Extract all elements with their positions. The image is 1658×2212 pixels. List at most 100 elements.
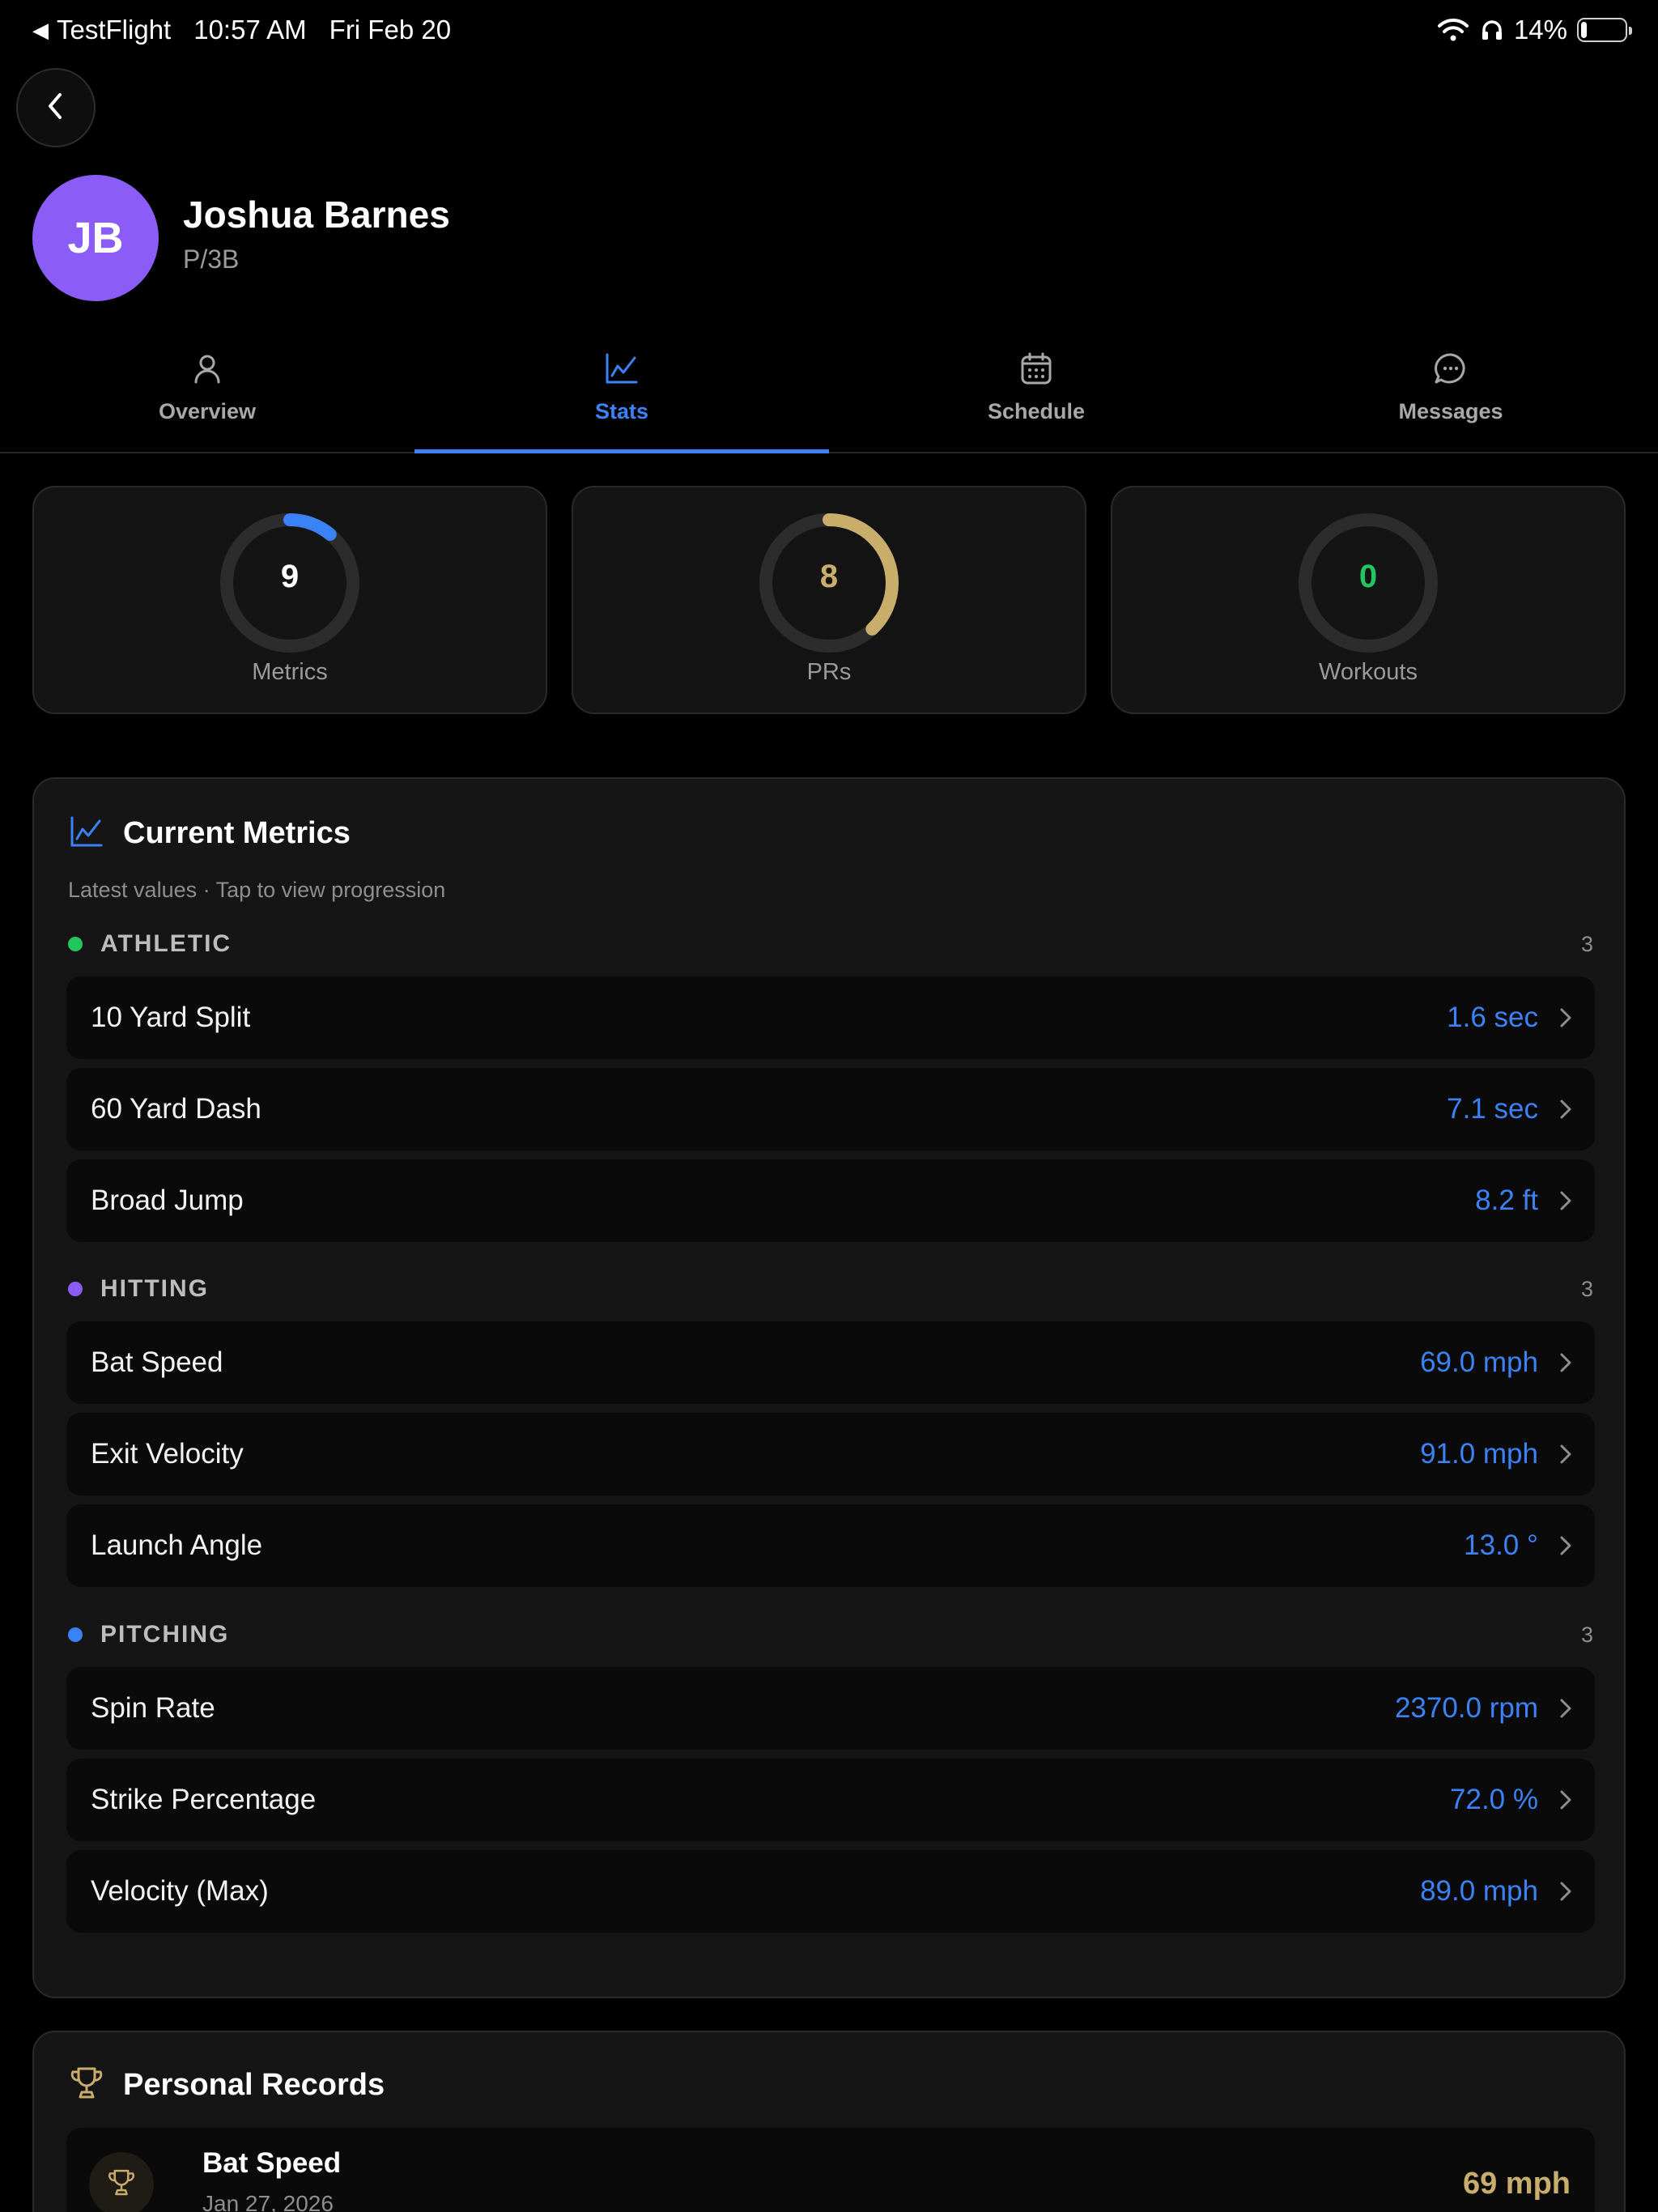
section-dot — [68, 937, 83, 951]
metric-row[interactable]: Exit Velocity 91.0 mph — [66, 1413, 1595, 1495]
metric-name: Exit Velocity — [91, 1438, 244, 1470]
chevron-right-icon — [1560, 1191, 1571, 1210]
metric-value: 1.6 sec — [1447, 1002, 1538, 1033]
summary-cards: 9 Metrics 8 PRs 0 Workouts — [32, 486, 1626, 714]
current-metrics-card: Current Metrics Latest values · Tap to v… — [32, 777, 1626, 1998]
metric-value: 2370.0 rpm — [1394, 1692, 1538, 1724]
chevron-right-icon — [1560, 1353, 1571, 1372]
card-subtitle: Latest values · Tap to view progression — [68, 878, 446, 902]
player-stats-screen: ◀ TestFlight 10:57 AM Fri Feb 20 14% JB … — [0, 0, 1658, 2212]
metric-value: 69.0 mph — [1420, 1346, 1538, 1378]
metric-name: Broad Jump — [91, 1185, 244, 1216]
calendar-icon — [1019, 351, 1053, 389]
status-time: 10:57 AM — [193, 15, 307, 45]
metric-row[interactable]: Broad Jump 8.2 ft — [66, 1159, 1595, 1242]
section-count: 3 — [1580, 931, 1593, 956]
card-title: Current Metrics — [123, 816, 351, 850]
summary-card-prs[interactable]: 8 PRs — [572, 486, 1086, 714]
headphones-icon — [1480, 18, 1504, 42]
metric-row[interactable]: 10 Yard Split 1.6 sec — [66, 976, 1595, 1059]
trophy-icon — [68, 2065, 105, 2106]
metric-name: 60 Yard Dash — [91, 1093, 261, 1125]
section-name: ATHLETIC — [100, 930, 232, 957]
record-date: Jan 27, 2026 — [202, 2191, 334, 2212]
tab-label: Schedule — [987, 399, 1086, 423]
chevron-right-icon — [1560, 1882, 1571, 1901]
metric-row[interactable]: Bat Speed 69.0 mph — [66, 1321, 1595, 1404]
status-bar: ◀ TestFlight 10:57 AM Fri Feb 20 14% — [0, 0, 1658, 65]
record-icon-badge — [89, 2152, 154, 2212]
tab-messages[interactable]: Messages — [1244, 340, 1658, 452]
back-app-label[interactable]: TestFlight — [57, 15, 171, 45]
trophy-icon — [106, 2167, 137, 2202]
card-header: Current Metrics — [68, 815, 351, 853]
player-name: Joshua Barnes — [183, 194, 450, 236]
metric-name: Strike Percentage — [91, 1784, 317, 1815]
metric-name: Launch Angle — [91, 1529, 263, 1561]
metric-name: Spin Rate — [91, 1692, 215, 1724]
metric-row[interactable]: Strike Percentage 72.0 % — [66, 1759, 1595, 1841]
back-to-app-icon[interactable]: ◀ — [32, 18, 49, 43]
metric-value: 13.0 ° — [1464, 1529, 1538, 1561]
record-row[interactable]: Bat Speed Jan 27, 2026 69 mph — [66, 2128, 1595, 2212]
metric-value: 72.0 % — [1450, 1784, 1538, 1815]
player-position: P/3B — [183, 245, 240, 274]
tab-overview[interactable]: Overview — [0, 340, 414, 452]
chevron-right-icon — [1560, 1100, 1571, 1119]
metric-row[interactable]: 60 Yard Dash 7.1 sec — [66, 1068, 1595, 1151]
chevron-right-icon — [1560, 1699, 1571, 1718]
chart-icon — [68, 815, 105, 853]
personal-records-card: Personal Records Bat Speed Jan 27, 2026 … — [32, 2031, 1626, 2212]
card-title: Personal Records — [123, 2068, 385, 2102]
chevron-right-icon — [1560, 1008, 1571, 1027]
summary-value: 9 — [280, 559, 300, 594]
metric-name: 10 Yard Split — [91, 1002, 251, 1033]
metric-name: Velocity (Max) — [91, 1875, 269, 1907]
metric-value: 89.0 mph — [1420, 1875, 1538, 1907]
record-name: Bat Speed — [202, 2147, 342, 2179]
chat-bubble-icon — [1433, 351, 1469, 389]
metric-value: 8.2 ft — [1475, 1185, 1538, 1216]
metric-value: 7.1 sec — [1447, 1093, 1538, 1125]
section-header-hitting: HITTING 3 — [68, 1271, 1593, 1307]
section-header-athletic: ATHLETIC 3 — [68, 926, 1593, 962]
section-name: HITTING — [100, 1275, 209, 1302]
summary-card-metrics[interactable]: 9 Metrics — [32, 486, 547, 714]
tab-label: Overview — [158, 399, 257, 423]
chevron-right-icon — [1560, 1444, 1571, 1464]
chevron-right-icon — [1560, 1536, 1571, 1555]
metric-row[interactable]: Velocity (Max) 89.0 mph — [66, 1850, 1595, 1933]
back-button[interactable] — [16, 68, 96, 147]
section-header-pitching: PITCHING 3 — [68, 1617, 1593, 1653]
summary-label: Workouts — [1319, 659, 1418, 685]
section-dot — [68, 1282, 83, 1296]
person-icon — [190, 351, 224, 389]
card-header: Personal Records — [68, 2065, 385, 2106]
battery-icon — [1577, 18, 1632, 42]
metric-value: 91.0 mph — [1420, 1438, 1538, 1470]
battery-percent: 14% — [1513, 15, 1567, 45]
chevron-left-icon — [44, 90, 68, 126]
tab-label: Messages — [1398, 399, 1503, 423]
avatar: JB — [32, 175, 159, 301]
summary-label: PRs — [806, 659, 852, 685]
section-dot — [68, 1627, 83, 1642]
summary-card-workouts[interactable]: 0 Workouts — [1111, 486, 1626, 714]
chevron-right-icon — [1560, 1790, 1571, 1810]
section-count: 3 — [1580, 1622, 1593, 1647]
tab-stats[interactable]: Stats — [414, 340, 829, 453]
section-name: PITCHING — [100, 1621, 230, 1648]
tab-bar: Overview Stats Schedule Messages — [0, 340, 1658, 453]
metric-row[interactable]: Launch Angle 13.0 ° — [66, 1504, 1595, 1587]
status-right: 14% — [1437, 15, 1632, 45]
wifi-icon — [1437, 18, 1469, 42]
record-value: 69 mph — [1462, 2167, 1571, 2201]
summary-label: Metrics — [252, 659, 328, 685]
chart-icon — [604, 351, 640, 389]
summary-value: 8 — [819, 559, 839, 594]
tab-label: Stats — [594, 399, 649, 423]
tab-schedule[interactable]: Schedule — [829, 340, 1244, 452]
status-left: ◀ TestFlight 10:57 AM Fri Feb 20 — [32, 15, 451, 45]
status-date: Fri Feb 20 — [329, 15, 452, 45]
metric-row[interactable]: Spin Rate 2370.0 rpm — [66, 1667, 1595, 1750]
